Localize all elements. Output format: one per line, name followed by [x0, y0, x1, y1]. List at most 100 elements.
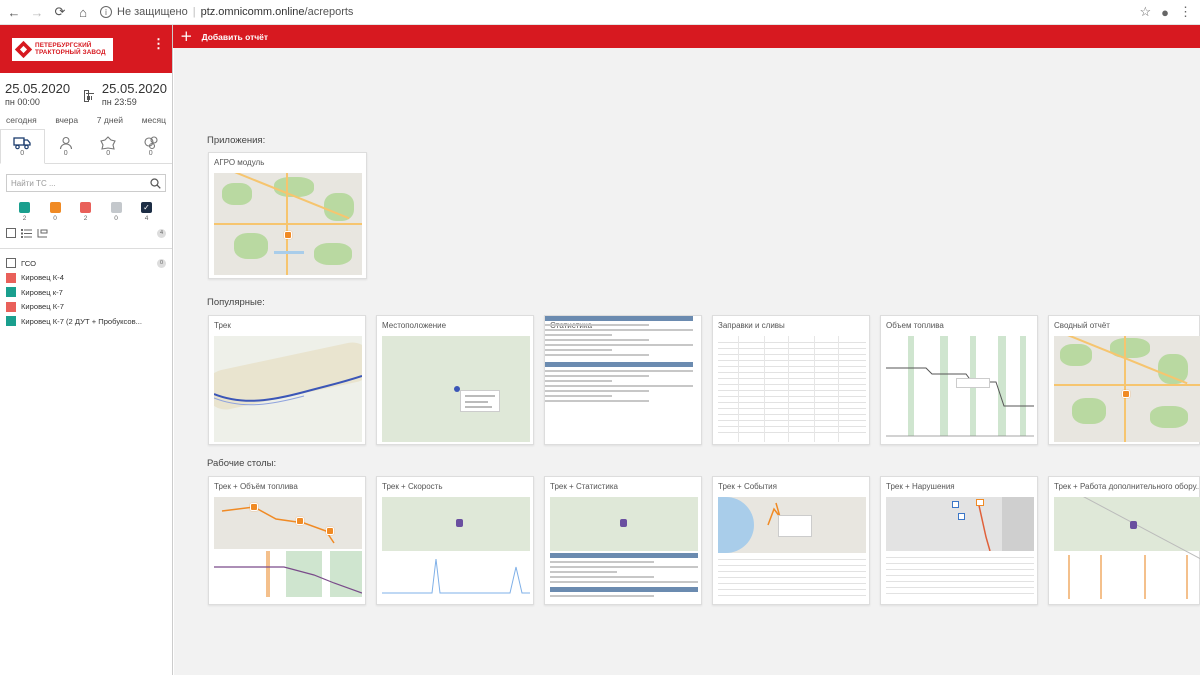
- desktop-card-track-speed[interactable]: Трек + Скорость: [376, 476, 534, 605]
- status-color-orange: [49, 202, 61, 213]
- desktop-card-track-events[interactable]: Трек + События: [712, 476, 870, 605]
- track-map-thumbnail: [214, 336, 362, 442]
- calendar-icon[interactable]: [84, 90, 94, 102]
- vehicle-search-input[interactable]: Найти ТС ...: [6, 174, 166, 192]
- url-path: /acreports: [304, 6, 354, 18]
- tab-vehicles[interactable]: 0: [0, 129, 45, 164]
- status-color-grey: [110, 202, 122, 213]
- bookmark-star-icon[interactable]: ☆: [1139, 4, 1151, 20]
- status-filters: 2 0 2 0 ✓ 4: [0, 202, 172, 222]
- vehicle-name: Кировец К-7: [21, 302, 64, 312]
- group-row[interactable]: ГСО 0: [0, 256, 172, 271]
- date-from-value: 25.05.2020: [5, 81, 71, 96]
- apps-section-title: Приложения:: [207, 135, 266, 146]
- list-view-icon[interactable]: [21, 228, 32, 238]
- date-from[interactable]: 25.05.2020 пн 00:00: [5, 81, 70, 107]
- list-item[interactable]: Кировец К-7: [0, 300, 172, 315]
- track-speed-thumbnail: [382, 497, 530, 601]
- search-icon[interactable]: [150, 177, 161, 189]
- desktops-section-title: Рабочие столы:: [207, 458, 277, 469]
- home-icon[interactable]: ⌂: [74, 3, 92, 21]
- status-filter-nodata[interactable]: 0: [110, 202, 122, 222]
- address-bar[interactable]: i Не защищено | ptz.omnicomm.online/acre…: [100, 2, 1139, 22]
- period-month[interactable]: месяц: [142, 115, 166, 125]
- vehicle-list: ГСО 0 Кировец К-4 Кировец к-7 Кировец К-…: [0, 256, 172, 329]
- status-filter-offline[interactable]: 2: [80, 202, 91, 222]
- company-logo[interactable]: ПЕТЕРБУРГСКИЙ ТРАКТОРНЫЙ ЗАВОД: [12, 37, 113, 61]
- location-map-thumbnail: [382, 336, 530, 442]
- group-checkbox[interactable]: [6, 258, 16, 269]
- sidebar-header: ПЕТЕРБУРГСКИЙ ТРАКТОРНЫЙ ЗАВОД ⋮: [0, 25, 172, 73]
- vehicle-name: Кировец К-4: [21, 273, 64, 283]
- map-pin-icon: [1122, 390, 1130, 398]
- divider: [0, 248, 172, 249]
- tab-groups-count: 0: [148, 149, 153, 157]
- person-icon: [59, 136, 72, 149]
- card-title: Трек + События: [718, 482, 777, 491]
- desktop-card-track-violations[interactable]: Трек + Нарушения: [880, 476, 1038, 605]
- refuels-table-thumbnail: [718, 336, 866, 442]
- summary-map-thumbnail: [1054, 336, 1200, 442]
- period-shortcuts: сегодня вчера 7 дней месяц: [0, 111, 172, 129]
- folder-tree-icon[interactable]: [37, 228, 48, 238]
- track-fuel-thumbnail: [214, 497, 362, 601]
- status-filter-online[interactable]: 2: [19, 202, 30, 222]
- vehicle-status-square: [6, 301, 16, 312]
- period-7-days[interactable]: 7 дней: [97, 115, 123, 125]
- back-icon[interactable]: ←: [5, 3, 23, 21]
- profile-icon[interactable]: ●: [1161, 5, 1169, 20]
- period-today[interactable]: сегодня: [6, 115, 37, 125]
- report-card-track[interactable]: Трек: [208, 315, 366, 445]
- add-report-button[interactable]: Добавить отчёт: [202, 32, 269, 42]
- select-all-checkbox[interactable]: [6, 228, 16, 238]
- report-card-statistics[interactable]: Статистика: [544, 315, 702, 445]
- tab-geozones-count: 0: [106, 149, 111, 157]
- report-card-location[interactable]: Местоположение: [376, 315, 534, 445]
- tab-geozones[interactable]: 0: [87, 129, 130, 163]
- map-thumbnail: [214, 173, 362, 275]
- desktop-card-track-fuel[interactable]: Трек + Объём топлива: [208, 476, 366, 605]
- tab-drivers[interactable]: 0: [45, 129, 88, 163]
- vehicle-name: Кировец К-7 (2 ДУТ + Пробуксов...: [21, 316, 142, 326]
- card-title: Трек + Нарушения: [886, 482, 955, 491]
- app-card-agro[interactable]: АГРО модуль: [208, 152, 367, 279]
- url-host: ptz.omnicomm.online: [200, 6, 305, 18]
- main-toolbar: + Добавить отчёт: [173, 25, 1200, 48]
- sidebar-menu-icon[interactable]: ⋮: [152, 37, 165, 50]
- date-to[interactable]: 25.05.2020 пн 23:59: [102, 81, 167, 107]
- map-pin-icon: [326, 527, 334, 535]
- date-range: 25.05.2020 пн 00:00 25.05.2020 пн 23:59: [0, 73, 172, 111]
- browser-menu-icon[interactable]: ⋮: [1179, 4, 1192, 20]
- fuel-chart-thumbnail: [886, 336, 1034, 442]
- object-tabs: 0 0 0 0: [0, 129, 172, 164]
- track-statistics-thumbnail: [550, 497, 698, 601]
- track-violations-thumbnail: [886, 497, 1034, 601]
- logo-line-2: ТРАКТОРНЫЙ ЗАВОД: [35, 49, 106, 56]
- period-yesterday[interactable]: вчера: [55, 115, 78, 125]
- truck-icon: [13, 137, 31, 150]
- status-filter-orange[interactable]: 0: [49, 202, 61, 222]
- reload-icon[interactable]: ⟳: [51, 3, 69, 21]
- status-count: 4: [144, 215, 149, 222]
- list-item[interactable]: Кировец К-7 (2 ДУТ + Пробуксов...: [0, 314, 172, 329]
- date-to-value: 25.05.2020: [101, 81, 167, 96]
- list-item[interactable]: Кировец к-7: [0, 285, 172, 300]
- group-icon: [144, 135, 158, 149]
- plus-icon[interactable]: +: [180, 29, 193, 44]
- card-title: Трек + Объём топлива: [214, 482, 298, 491]
- report-card-refuels[interactable]: Заправки и сливы: [712, 315, 870, 445]
- status-count: 0: [114, 215, 118, 222]
- desktop-card-track-statistics[interactable]: Трек + Статистика: [544, 476, 702, 605]
- tab-groups[interactable]: 0: [130, 129, 173, 163]
- list-item[interactable]: Кировец К-4: [0, 271, 172, 286]
- desktop-card-track-extra-equipment[interactable]: Трек + Работа дополнительного обору...: [1048, 476, 1200, 605]
- report-card-summary[interactable]: Сводный отчёт: [1048, 315, 1200, 445]
- vehicle-marker-icon: [620, 519, 627, 527]
- status-filter-all[interactable]: ✓ 4: [141, 202, 152, 222]
- report-card-fuel-volume[interactable]: Объем топлива: [880, 315, 1038, 445]
- info-icon[interactable]: i: [100, 6, 112, 18]
- forward-icon[interactable]: →: [28, 3, 46, 21]
- status-color-teal: [19, 202, 30, 213]
- card-title: Трек: [214, 321, 231, 330]
- url-separator: |: [192, 6, 196, 18]
